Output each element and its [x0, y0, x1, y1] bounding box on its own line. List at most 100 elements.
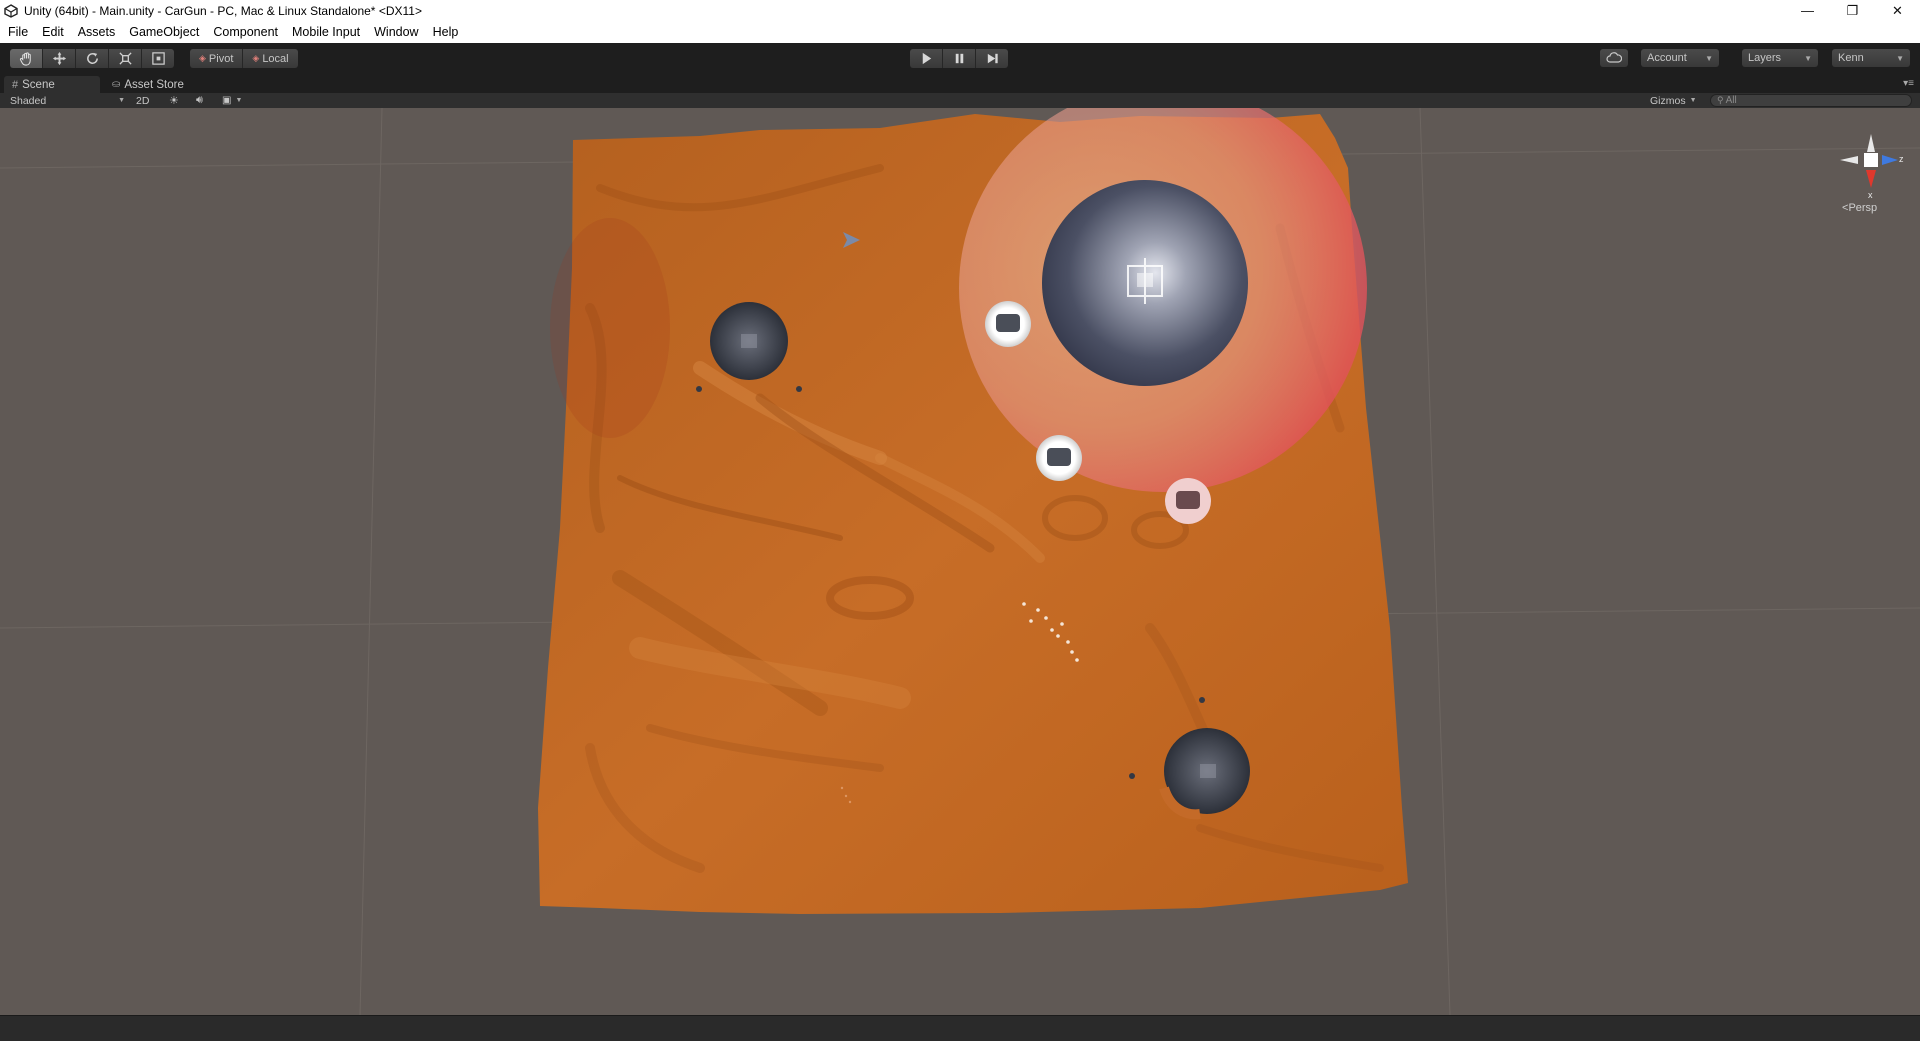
- pivot-label: Pivot: [208, 52, 234, 65]
- transform-tools: [10, 49, 174, 68]
- mine-marker: [1129, 773, 1135, 779]
- chevron-down-icon: ▼: [1896, 53, 1904, 63]
- pause-button[interactable]: [943, 49, 976, 68]
- shopping-bag-icon: ⛀: [112, 79, 121, 90]
- gizmo-z-axis: [1882, 155, 1898, 165]
- pause-icon: [955, 53, 963, 64]
- menu-help[interactable]: Help: [426, 25, 466, 39]
- play-icon: [922, 52, 931, 65]
- play-controls: [910, 49, 1008, 68]
- chevron-down-icon: ▼: [118, 97, 125, 104]
- lighting-toggle[interactable]: ☀: [169, 93, 179, 108]
- pivot-icon: ◈: [199, 53, 206, 63]
- menu-assets[interactable]: Assets: [71, 25, 123, 39]
- tab-asset-store[interactable]: ⛀ Asset Store: [104, 76, 192, 93]
- hand-tool-button[interactable]: [10, 49, 43, 68]
- mine-marker: [1199, 697, 1205, 703]
- local-icon: ◈: [252, 53, 260, 63]
- editor-tab-bar: # Scene ⛀ Asset Store ▾≡: [0, 74, 1920, 93]
- cloud-icon: [1606, 52, 1622, 63]
- sun-icon: ☀: [169, 95, 179, 107]
- projection-label: Persp: [1848, 202, 1878, 214]
- gizmo-x-axis: [1866, 170, 1876, 188]
- window-title-bar: Unity (64bit) - Main.unity - CarGun - PC…: [0, 0, 1920, 21]
- scene-view-controls: Shaded ▼ 2D ☀ 🔊︎ ▣ ▼ Gizmos ▼ ⚲ All: [0, 93, 1920, 109]
- gizmo-x-label: x: [1868, 190, 1873, 200]
- layout-label: Kenn: [1838, 52, 1864, 64]
- projection-toggle[interactable]: <Persp: [1842, 202, 1877, 214]
- pivot-toggle-group: ◈ Pivot ◈ Local: [190, 49, 298, 68]
- menu-window[interactable]: Window: [367, 25, 425, 39]
- layout-dropdown[interactable]: Kenn ▼: [1832, 49, 1910, 67]
- window-title: Unity (64bit) - Main.unity - CarGun - PC…: [24, 3, 422, 18]
- turret-disc-3: [1165, 478, 1211, 524]
- pivot-button[interactable]: ◈ Pivot: [190, 49, 244, 68]
- rect-tool-button[interactable]: [142, 49, 174, 68]
- main-toolbar: ◈ Pivot ◈ Local Account ▼ Layers ▼ Kenn …: [0, 43, 1920, 75]
- gizmo-x-axis-neg: [1840, 156, 1858, 164]
- gizmos-dropdown[interactable]: Gizmos ▼: [1650, 93, 1697, 108]
- move-tool-button[interactable]: [43, 49, 76, 68]
- local-button[interactable]: ◈ Local: [243, 49, 298, 68]
- scale-tool-button[interactable]: [109, 49, 142, 68]
- unity-logo-icon: [4, 3, 18, 18]
- rect-tool-icon: [151, 52, 165, 65]
- turret-disc-1: [985, 301, 1031, 347]
- layers-dropdown[interactable]: Layers ▼: [1742, 49, 1818, 67]
- play-button[interactable]: [910, 49, 943, 68]
- menu-file[interactable]: File: [0, 25, 35, 39]
- status-bar: [0, 1015, 1920, 1041]
- terrain-shadow: [550, 218, 670, 438]
- window-controls: — ❐ ✕: [1785, 0, 1920, 21]
- close-button[interactable]: ✕: [1875, 0, 1920, 21]
- layers-label: Layers: [1748, 52, 1782, 64]
- chevron-down-icon: ▼: [235, 97, 243, 104]
- restore-button[interactable]: ❐: [1830, 0, 1875, 21]
- chevron-down-icon: ▼: [1705, 53, 1713, 63]
- menu-component[interactable]: Component: [206, 25, 285, 39]
- spawn-pad-right-core: [1200, 764, 1216, 778]
- search-placeholder: All: [1725, 95, 1737, 106]
- tab-scene[interactable]: # Scene: [4, 76, 100, 93]
- minimize-button[interactable]: —: [1785, 0, 1830, 21]
- speaker-icon: 🔊︎: [196, 94, 203, 106]
- tab-asset-store-label: Asset Store: [124, 78, 184, 91]
- step-button[interactable]: [976, 49, 1008, 68]
- mode-2d-toggle[interactable]: 2D: [136, 93, 149, 108]
- step-icon: [987, 53, 998, 64]
- menu-gameobject[interactable]: GameObject: [122, 25, 206, 39]
- rotate-tool-button[interactable]: [76, 49, 109, 68]
- rotate-tool-icon: [86, 52, 98, 64]
- hand-tool-icon: [19, 52, 31, 66]
- scale-tool-icon: [118, 52, 132, 65]
- menu-edit[interactable]: Edit: [35, 25, 71, 39]
- gizmo-y-axis: [1867, 134, 1875, 152]
- turret-disc-2: [1036, 435, 1082, 481]
- scene-search-input[interactable]: ⚲ All: [1710, 94, 1912, 107]
- account-dropdown[interactable]: Account ▼: [1641, 49, 1719, 67]
- gizmo-z-label: z: [1899, 154, 1904, 164]
- audio-toggle[interactable]: 🔊︎: [196, 93, 203, 108]
- chevron-down-icon: ▼: [1689, 97, 1697, 104]
- shading-mode-label: Shaded: [10, 94, 47, 107]
- search-icon: ⚲: [1717, 95, 1724, 105]
- account-label: Account: [1647, 52, 1687, 64]
- tab-menu-icon[interactable]: ▾≡: [1903, 78, 1914, 89]
- move-tool-icon: [52, 51, 66, 66]
- spawn-pad-left-core: [741, 334, 757, 348]
- mode-2d-label: 2D: [136, 94, 150, 107]
- effects-dropdown[interactable]: ▣ ▼: [222, 93, 242, 108]
- image-icon: ▣: [222, 95, 232, 106]
- collab-cloud-button[interactable]: [1600, 49, 1628, 67]
- scene-viewport[interactable]: z x <Persp: [0, 108, 1920, 1015]
- gizmos-label: Gizmos: [1650, 94, 1686, 107]
- menu-mobile-input[interactable]: Mobile Input: [285, 25, 367, 39]
- shading-mode-dropdown[interactable]: Shaded ▼: [10, 93, 125, 108]
- grid-icon: #: [12, 78, 19, 91]
- scene-render: [0, 108, 1920, 1015]
- menu-bar: File Edit Assets GameObject Component Mo…: [0, 21, 1920, 44]
- gizmo-center-cube: [1864, 153, 1878, 167]
- tab-scene-label: Scene: [22, 78, 55, 91]
- mine-marker: [796, 386, 802, 392]
- local-label: Local: [262, 52, 289, 65]
